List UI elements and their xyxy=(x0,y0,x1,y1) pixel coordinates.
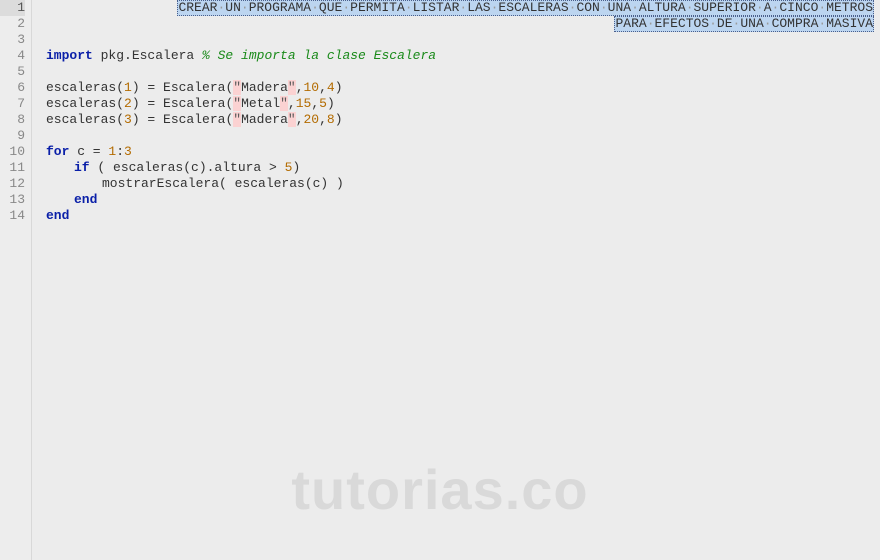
string-quote: " xyxy=(288,112,296,127)
number: 4 xyxy=(327,80,335,95)
code-text: , xyxy=(296,80,304,95)
code-line[interactable]: for c = 1:3 xyxy=(46,144,880,160)
code-text: ) xyxy=(292,160,300,175)
code-line[interactable]: CREAR·UN·PROGRAMA·QUE·PERMITA·LISTAR·LAS… xyxy=(46,0,880,16)
function-call: mostrarEscalera( escaleras(c) ) xyxy=(102,176,344,191)
code-text: ) xyxy=(335,112,343,127)
string-content: Madera xyxy=(241,112,288,127)
code-text: c = xyxy=(69,144,108,159)
code-text: , xyxy=(288,96,296,111)
code-line[interactable] xyxy=(46,32,880,48)
line-number: 8 xyxy=(0,112,25,128)
line-number: 9 xyxy=(0,128,25,144)
keyword-import: import xyxy=(46,48,93,63)
line-number: 11 xyxy=(0,160,25,176)
line-number: 3 xyxy=(0,32,25,48)
string-quote: " xyxy=(233,112,241,127)
code-text: ) = Escalera( xyxy=(132,96,233,111)
code-text: , xyxy=(319,80,327,95)
number: 10 xyxy=(304,80,320,95)
number: 15 xyxy=(296,96,312,111)
keyword-if: if xyxy=(74,160,90,175)
string-quote: " xyxy=(280,96,288,111)
keyword-for: for xyxy=(46,144,69,159)
number: 5 xyxy=(319,96,327,111)
line-number: 14 xyxy=(0,208,25,224)
code-line[interactable] xyxy=(46,64,880,80)
code-text: : xyxy=(116,144,124,159)
code-line[interactable]: escaleras(1) = Escalera("Madera",10,4) xyxy=(46,80,880,96)
code-text: escaleras( xyxy=(46,96,124,111)
code-line[interactable]: escaleras(3) = Escalera("Madera",20,8) xyxy=(46,112,880,128)
code-line[interactable]: end xyxy=(46,208,880,224)
number: 3 xyxy=(124,144,132,159)
line-number: 6 xyxy=(0,80,25,96)
number: 20 xyxy=(304,112,320,127)
line-number: 13 xyxy=(0,192,25,208)
number: 3 xyxy=(124,112,132,127)
line-number: 5 xyxy=(0,64,25,80)
module-name: pkg.Escalera xyxy=(93,48,202,63)
line-number: 2 xyxy=(0,16,25,32)
selected-comment-text[interactable]: PARA·EFECTOS·DE·UNA·COMPRA·MASIVA xyxy=(614,16,874,32)
code-line[interactable]: PARA·EFECTOS·DE·UNA·COMPRA·MASIVA xyxy=(46,16,880,32)
string-quote: " xyxy=(288,80,296,95)
selected-comment-text[interactable]: CREAR·UN·PROGRAMA·QUE·PERMITA·LISTAR·LAS… xyxy=(177,0,874,16)
string-quote: " xyxy=(233,80,241,95)
line-number: 10 xyxy=(0,144,25,160)
code-line[interactable] xyxy=(46,128,880,144)
code-text: escaleras( xyxy=(46,80,124,95)
number: 1 xyxy=(124,80,132,95)
code-text: , xyxy=(319,112,327,127)
number: 8 xyxy=(327,112,335,127)
line-number: 4 xyxy=(0,48,25,64)
code-line[interactable]: if ( escaleras(c).altura > 5) xyxy=(46,160,880,176)
keyword-end: end xyxy=(46,208,69,223)
code-text: , xyxy=(311,96,319,111)
string-quote: " xyxy=(233,96,241,111)
code-line[interactable]: end xyxy=(46,192,880,208)
code-line[interactable]: import pkg.Escalera % Se importa la clas… xyxy=(46,48,880,64)
keyword-end: end xyxy=(74,192,97,207)
watermark-text: tutorias.co xyxy=(0,457,880,522)
code-text: ) xyxy=(327,96,335,111)
line-number: 7 xyxy=(0,96,25,112)
string-content: Metal xyxy=(241,96,280,111)
number: 2 xyxy=(124,96,132,111)
code-text: escaleras( xyxy=(46,112,124,127)
string-content: Madera xyxy=(241,80,288,95)
code-text: ) xyxy=(335,80,343,95)
code-line[interactable]: escaleras(2) = Escalera("Metal",15,5) xyxy=(46,96,880,112)
code-line[interactable]: mostrarEscalera( escaleras(c) ) xyxy=(46,176,880,192)
comment: % Se importa la clase Escalera xyxy=(202,48,436,63)
code-text: ) = Escalera( xyxy=(132,80,233,95)
line-number: 12 xyxy=(0,176,25,192)
code-text: ( escaleras(c).altura > xyxy=(90,160,285,175)
line-number: 1 xyxy=(0,0,25,16)
code-text: , xyxy=(296,112,304,127)
code-text: ) = Escalera( xyxy=(132,112,233,127)
